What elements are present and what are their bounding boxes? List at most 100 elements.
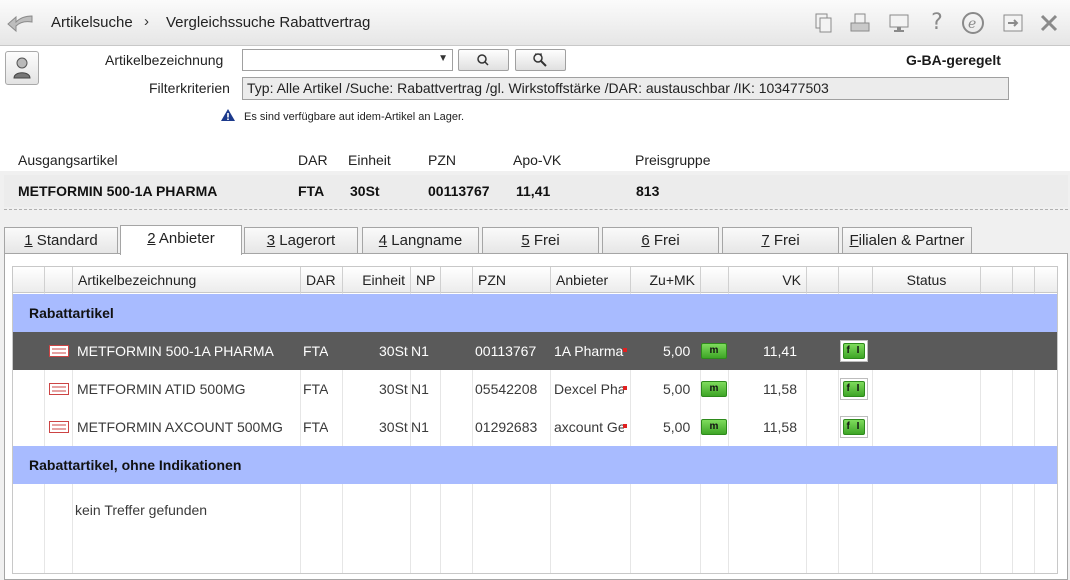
tab-anbieter[interactable]: 2 Anbieter (120, 225, 242, 255)
cell-unit: 30St (379, 381, 408, 397)
filter-criteria-label: Filterkriterien (149, 80, 230, 96)
original-pricegroup: 813 (636, 183, 660, 199)
original-dar: FTA (298, 183, 325, 199)
overflow-marker (623, 424, 627, 428)
group-header-rabattartikel: Rabattartikel (13, 294, 1057, 332)
cell-np: N1 (411, 343, 429, 359)
filter-criteria-field[interactable]: Typ: Alle Artikel /Suche: Rabattvertrag … (242, 77, 1009, 100)
tab-filialen-partner[interactable]: Filialen & Partner (842, 227, 972, 253)
empty-result-text: kein Treffer gefunden (75, 502, 208, 518)
article-name-combobox[interactable]: ▼ (242, 49, 453, 71)
cell-name: METFORMIN AXCOUNT 500MG (77, 419, 283, 435)
m-badge[interactable]: m (701, 419, 727, 435)
cell-name: METFORMIN ATID 500MG (77, 381, 246, 397)
table-row[interactable]: METFORMIN 500-1A PHARMA FTA 30St N1 0011… (13, 332, 1057, 370)
header-blank (13, 267, 45, 293)
header-blank-5 (839, 267, 873, 293)
breadcrumb-separator: › (144, 13, 149, 30)
header-blank-6 (981, 267, 1013, 293)
export-icon[interactable] (1001, 11, 1025, 35)
table-header: Artikelbezeichnung DAR Einheit NP PZN An… (13, 267, 1057, 293)
tab-langname[interactable]: 4 Langname (362, 227, 479, 253)
cell-supplier: 1A Pharma (554, 343, 624, 359)
tab-frei-7[interactable]: 7 Frei (722, 227, 839, 253)
person-icon (13, 57, 31, 79)
tab-standard[interactable]: 1 Standard (4, 227, 118, 253)
header-blank-7 (1013, 267, 1035, 293)
customer-button[interactable] (5, 51, 39, 85)
breadcrumb-artikelsuche[interactable]: Artikelsuche (51, 14, 133, 31)
m-badge[interactable]: m (701, 381, 727, 397)
header-blank-3 (701, 267, 729, 293)
search-button[interactable] (458, 49, 509, 71)
chevron-down-icon[interactable]: ▼ (438, 53, 448, 64)
original-article-header: Ausgangsartikel (18, 152, 118, 168)
info-text: Es sind verfügbare aut idem-Artikel an L… (244, 111, 465, 123)
print-icon[interactable] (848, 11, 872, 35)
fi-status-label: f I (843, 381, 865, 397)
header-vk[interactable]: VK (729, 267, 807, 293)
cell-zumk: 5,00 (663, 381, 691, 397)
close-icon[interactable] (1037, 11, 1061, 35)
cell-vk: 11,58 (763, 419, 797, 435)
cell-name: METFORMIN 500-1A PHARMA (77, 343, 274, 359)
table-row[interactable]: METFORMIN AXCOUNT 500MG FTA 30St N1 0129… (13, 408, 1057, 446)
tab-lagerort[interactable]: 3 Lagerort (244, 227, 358, 253)
cell-zumk: 5,00 (663, 419, 691, 435)
header-einheit[interactable]: Einheit (343, 267, 411, 293)
original-unit: 30St (350, 183, 380, 199)
help-icon[interactable]: ? (925, 11, 949, 35)
header-np[interactable]: NP (411, 267, 441, 293)
monitor-icon[interactable] (887, 11, 911, 35)
fi-status-label: f I (843, 419, 865, 435)
original-pzn: 00113767 (428, 183, 490, 199)
svg-text:e: e (968, 16, 976, 32)
cell-unit: 30St (379, 419, 408, 435)
cell-np: N1 (411, 381, 429, 397)
original-price-header: Apo-VK (513, 152, 562, 168)
gba-regulated-label: G-BA-geregelt (906, 52, 1001, 68)
extended-search-button[interactable] (515, 49, 566, 71)
header-dar[interactable]: DAR (301, 267, 343, 293)
header-anbieter[interactable]: Anbieter (551, 267, 631, 293)
original-pzn-header: PZN (428, 152, 456, 168)
cell-pzn: 01292683 (475, 419, 538, 435)
cell-vk: 11,58 (763, 381, 797, 397)
title-bar: Artikelsuche › Vergleichssuche Rabattver… (0, 0, 1070, 46)
header-icon (45, 267, 73, 293)
header-pzn[interactable]: PZN (473, 267, 551, 293)
original-dar-header: DAR (298, 152, 328, 168)
header-artikelbezeichnung[interactable]: Artikelbezeichnung (73, 267, 301, 293)
e-icon[interactable]: e (961, 11, 985, 35)
header-status[interactable]: Status (873, 267, 981, 293)
article-package-icon (49, 345, 69, 357)
cell-pzn: 05542208 (475, 381, 538, 397)
tab-frei-5[interactable]: 5 Frei (482, 227, 599, 253)
fi-status-label: f I (843, 343, 865, 359)
article-package-icon (49, 421, 69, 433)
cell-vk: 11,41 (763, 343, 797, 359)
cell-supplier: Dexcel Pha (554, 381, 624, 397)
back-arrow-icon[interactable] (6, 10, 36, 34)
fi-status-badge[interactable]: f I (840, 378, 868, 400)
documents-icon[interactable] (811, 11, 835, 35)
original-unit-header: Einheit (348, 152, 391, 168)
article-name-label: Artikelbezeichnung (105, 52, 224, 68)
table-row[interactable]: METFORMIN ATID 500MG FTA 30St N1 0554220… (13, 370, 1057, 408)
header-blank-2 (441, 267, 473, 293)
original-price: 11,41 (516, 183, 551, 199)
cell-supplier: axcount Ge (554, 419, 624, 435)
original-pricegroup-header: Preisgruppe (635, 152, 711, 168)
header-zumk[interactable]: Zu+MK (631, 267, 701, 293)
results-table: Artikelbezeichnung DAR Einheit NP PZN An… (12, 266, 1058, 574)
warning-icon (221, 109, 235, 121)
fi-status-badge[interactable]: f I (840, 416, 868, 438)
cell-np: N1 (411, 419, 429, 435)
search-icon (477, 54, 489, 66)
m-badge[interactable]: m (701, 343, 727, 359)
tab-frei-6[interactable]: 6 Frei (602, 227, 719, 253)
original-article-name: METFORMIN 500-1A PHARMA (18, 183, 218, 199)
header-blank-8 (1035, 267, 1057, 293)
fi-status-badge[interactable]: f I (840, 340, 868, 362)
cell-dar: FTA (303, 419, 329, 435)
